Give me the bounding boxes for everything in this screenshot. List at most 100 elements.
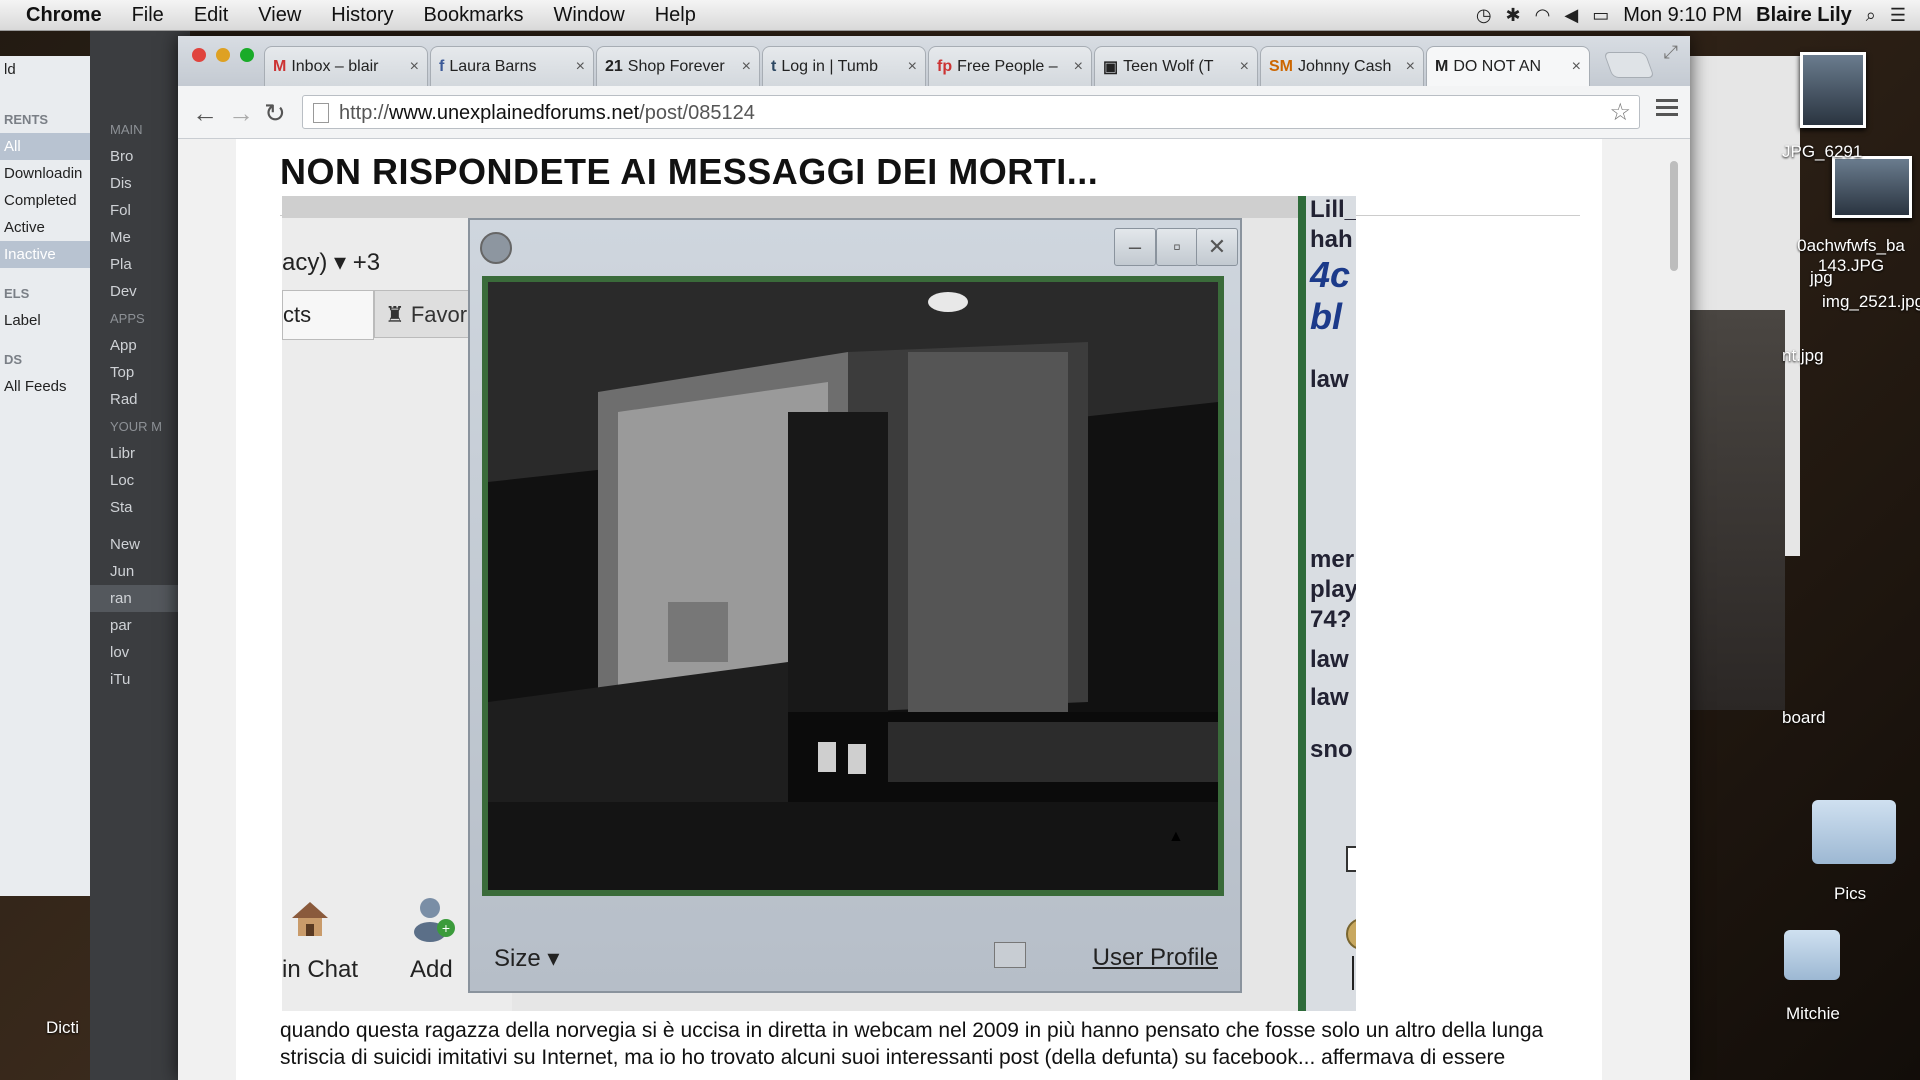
fullscreen-icon[interactable]: ⤢ — [1664, 42, 1678, 63]
tab-contacts[interactable]: cts — [282, 290, 374, 340]
address-bar[interactable]: http://www.unexplainedforums.net/post/08… — [302, 95, 1640, 129]
menu-file[interactable]: File — [117, 4, 179, 27]
add-label[interactable]: Add — [410, 956, 453, 984]
maximize-icon[interactable]: ▫ — [1156, 228, 1198, 266]
spotlight-search-icon[interactable]: ⌕ — [1866, 5, 1876, 26]
browser-tab[interactable]: ▣ Teen Wolf (T × — [1094, 46, 1258, 86]
close-tab-icon[interactable]: × — [576, 58, 585, 76]
menu-view[interactable]: View — [243, 4, 316, 27]
tab-title: Johnny Cash — [1298, 57, 1392, 75]
add-contact-icon[interactable]: + — [408, 892, 458, 942]
browser-tab[interactable]: SM Johnny Cash × — [1260, 46, 1424, 86]
itunes-item[interactable]: Fol — [90, 197, 190, 224]
chat-text: law — [1310, 646, 1349, 673]
playlist-item[interactable]: par — [90, 612, 190, 639]
clock[interactable]: Mon 9:10 PM — [1623, 4, 1742, 27]
desktop-file-label[interactable]: JPG_6291 — [1782, 142, 1862, 162]
close-tab-icon[interactable]: × — [1240, 58, 1249, 76]
sidebar-item-active[interactable]: Active — [0, 214, 90, 241]
user-name[interactable]: Blaire Lily — [1756, 4, 1852, 27]
page-scrollbar[interactable] — [1670, 161, 1678, 271]
close-icon[interactable]: ✕ — [1196, 228, 1238, 266]
sidebar-item-label[interactable]: Label — [0, 307, 90, 334]
menu-app-name[interactable]: Chrome — [14, 4, 117, 27]
menu-history[interactable]: History — [316, 4, 408, 27]
itunes-item[interactable]: Bro — [90, 143, 190, 170]
wifi-icon[interactable]: ◠ — [1535, 5, 1551, 26]
itunes-item[interactable]: Libr — [90, 440, 190, 467]
home-icon[interactable] — [288, 896, 332, 940]
itunes-item[interactable]: App — [90, 332, 190, 359]
folder-label-pics[interactable]: Pics — [1834, 884, 1866, 904]
chat-checkbox[interactable] — [1346, 846, 1356, 872]
sidebar-item-all[interactable]: All — [0, 133, 90, 160]
itunes-item[interactable]: Top — [90, 359, 190, 386]
itunes-item[interactable]: Dev — [90, 278, 190, 305]
battery-icon[interactable]: ▭ — [1592, 5, 1609, 26]
sidebar-item-inactive[interactable]: Inactive — [0, 241, 90, 268]
browser-tab[interactable]: M Inbox – blair × — [264, 46, 428, 86]
desktop-photo-thumb[interactable] — [1832, 156, 1912, 218]
playlist-item[interactable]: lov — [90, 639, 190, 666]
zoom-window-button[interactable] — [240, 48, 254, 62]
user-profile-link[interactable]: User Profile — [1093, 944, 1218, 972]
itunes-item[interactable]: Loc — [90, 467, 190, 494]
folder-label-mitchie[interactable]: Mitchie — [1786, 1004, 1840, 1024]
menu-help[interactable]: Help — [640, 4, 711, 27]
folder-icon[interactable] — [1812, 800, 1896, 864]
sidebar-item-downloading[interactable]: Downloadin — [0, 160, 90, 187]
close-window-button[interactable] — [192, 48, 206, 62]
menu-bookmarks[interactable]: Bookmarks — [409, 4, 539, 27]
desktop-photo-thumb[interactable] — [1800, 52, 1866, 128]
tab-favicon-icon: f — [439, 57, 445, 75]
itunes-item[interactable]: Me — [90, 224, 190, 251]
back-button[interactable]: ← — [192, 98, 218, 129]
bluetooth-icon[interactable]: ✱ — [1506, 5, 1521, 26]
close-tab-icon[interactable]: × — [908, 58, 917, 76]
folder-icon[interactable] — [1784, 930, 1840, 980]
itunes-item[interactable]: Sta — [90, 494, 190, 521]
join-chat-label[interactable]: in Chat — [282, 956, 358, 984]
user-profile-icon[interactable] — [994, 942, 1026, 968]
browser-tab[interactable]: fp Free People – × — [928, 46, 1092, 86]
close-tab-icon[interactable]: × — [1572, 58, 1581, 76]
sidebar-item-completed[interactable]: Completed — [0, 187, 90, 214]
post-title: NON RISPONDETE AI MESSAGGI DEI MORTI... — [280, 151, 1099, 192]
browser-tab[interactable]: M DO NOT AN × — [1426, 46, 1590, 86]
itunes-item[interactable]: Rad — [90, 386, 190, 413]
chrome-menu-icon[interactable] — [1656, 99, 1678, 120]
reload-button[interactable]: ↻ — [264, 98, 286, 129]
chat-text: law — [1310, 366, 1349, 393]
minimize-icon[interactable]: – — [1114, 228, 1156, 266]
menu-edit[interactable]: Edit — [179, 4, 243, 27]
playlist-item[interactable]: iTu — [90, 666, 190, 693]
desktop-file-label[interactable]: board — [1782, 708, 1825, 728]
desktop-file-label[interactable]: 0achwfwfs_ba 143.JPG — [1786, 236, 1916, 276]
itunes-item[interactable]: Dis — [90, 170, 190, 197]
close-tab-icon[interactable]: × — [410, 58, 419, 76]
close-tab-icon[interactable]: × — [1074, 58, 1083, 76]
sidebar-item-all-feeds[interactable]: All Feeds — [0, 373, 90, 400]
menu-window[interactable]: Window — [539, 4, 640, 27]
browser-tab[interactable]: t Log in | Tumb × — [762, 46, 926, 86]
size-dropdown[interactable]: Size ▾ — [494, 944, 559, 973]
forward-button[interactable]: → — [228, 98, 254, 129]
itunes-new-item[interactable]: New — [90, 531, 190, 558]
close-tab-icon[interactable]: × — [1406, 58, 1415, 76]
desktop-file-label[interactable]: jpg — [1810, 268, 1833, 288]
close-tab-icon[interactable]: × — [742, 58, 751, 76]
minimize-window-button[interactable] — [216, 48, 230, 62]
browser-tab[interactable]: f Laura Barns × — [430, 46, 594, 86]
itunes-item[interactable]: Pla — [90, 251, 190, 278]
browser-tab[interactable]: 21 Shop Forever × — [596, 46, 760, 86]
playlist-item[interactable]: Jun — [90, 558, 190, 585]
playlist-item[interactable]: ran — [90, 585, 190, 612]
bookmark-star-icon[interactable]: ☆ — [1609, 96, 1631, 130]
time-machine-icon[interactable]: ◷ — [1476, 5, 1492, 26]
webcam-settings-icon[interactable] — [480, 232, 512, 264]
notification-center-icon[interactable]: ☰ — [1890, 5, 1906, 26]
desktop-file-label[interactable]: nt.jpg — [1782, 346, 1824, 366]
desktop-file-label[interactable]: img_2521.jpg — [1822, 292, 1920, 312]
new-tab-button[interactable] — [1603, 52, 1655, 78]
volume-icon[interactable]: ◀ — [1564, 5, 1578, 26]
